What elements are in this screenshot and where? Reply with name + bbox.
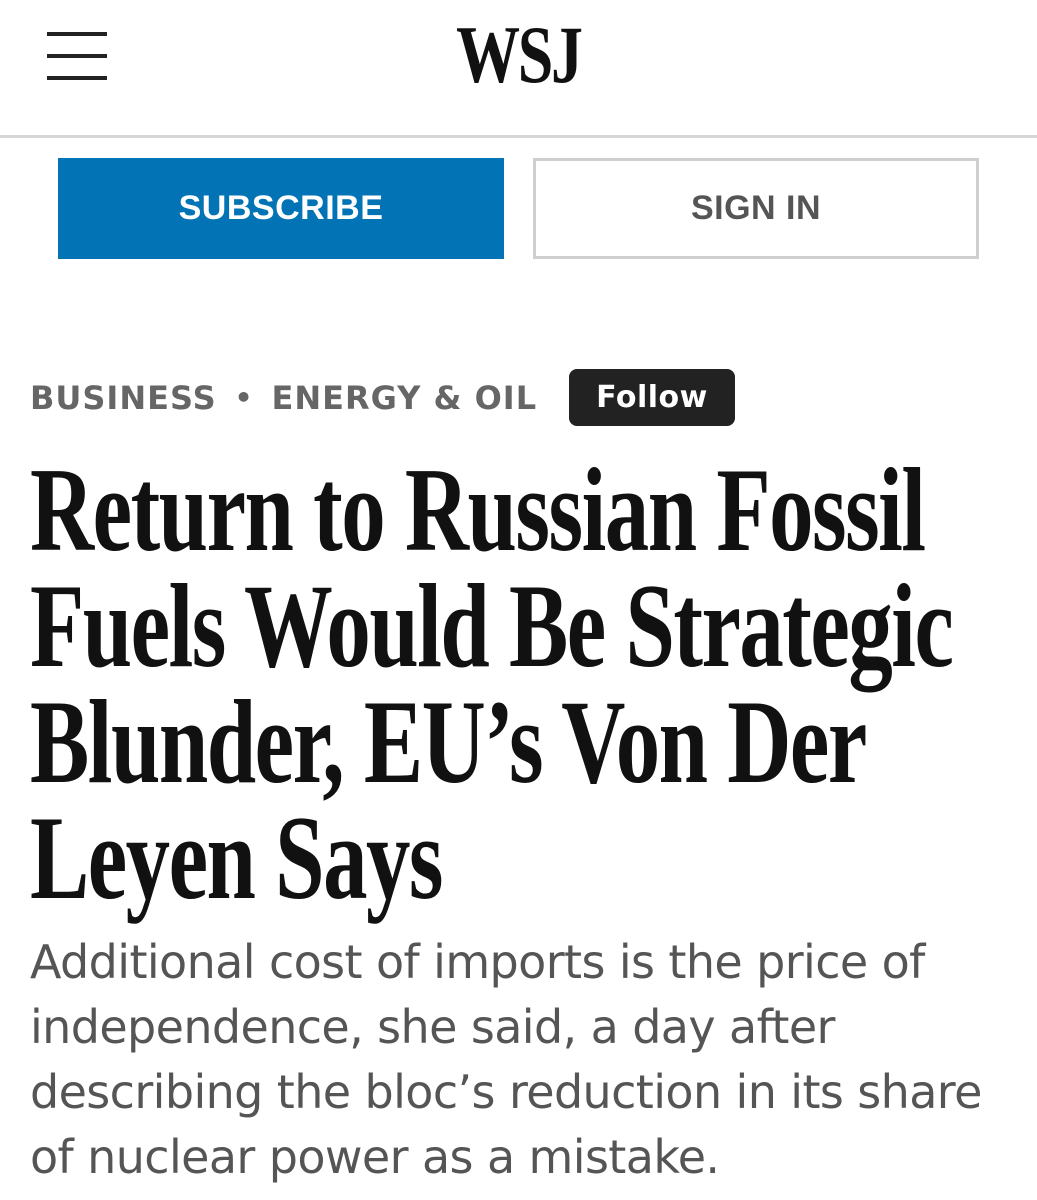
article-summary: Additional cost of imports is the price … <box>30 930 1020 1190</box>
follow-button[interactable]: Follow <box>569 369 735 426</box>
summary-line: independence, she said, a day after <box>30 1000 835 1054</box>
hamburger-menu-icon[interactable] <box>47 30 109 84</box>
summary-line: describing the bloc’s reduction in its s… <box>30 1065 982 1119</box>
menu-bar-middle <box>47 54 107 58</box>
subscribe-button[interactable]: SUBSCRIBE <box>58 158 504 259</box>
menu-bar-bottom <box>47 76 107 80</box>
headline-line: Blunder, EU’s Von Der <box>30 675 867 808</box>
wsj-logo[interactable]: WSJ <box>114 14 923 96</box>
headline-line: Fuels Would Be Strategic <box>30 559 954 692</box>
menu-bar-top <box>47 32 107 36</box>
breadcrumb-business[interactable]: BUSINESS <box>30 379 217 417</box>
summary-line: Additional cost of imports is the price … <box>30 935 925 989</box>
top-header: WSJ <box>0 0 1037 138</box>
headline-line: Leyen Says <box>30 791 443 924</box>
article-headline: Return to Russian Fossil Fuels Would Be … <box>30 443 992 924</box>
breadcrumb-energy-oil[interactable]: ENERGY & OIL <box>272 379 538 417</box>
headline-line: Return to Russian Fossil <box>30 443 926 576</box>
breadcrumb-separator: • <box>234 381 254 414</box>
summary-line: of nuclear power as a mistake. <box>30 1130 720 1184</box>
sign-in-button[interactable]: SIGN IN <box>533 158 979 259</box>
breadcrumb: BUSINESS • ENERGY & OIL Follow <box>30 369 735 426</box>
